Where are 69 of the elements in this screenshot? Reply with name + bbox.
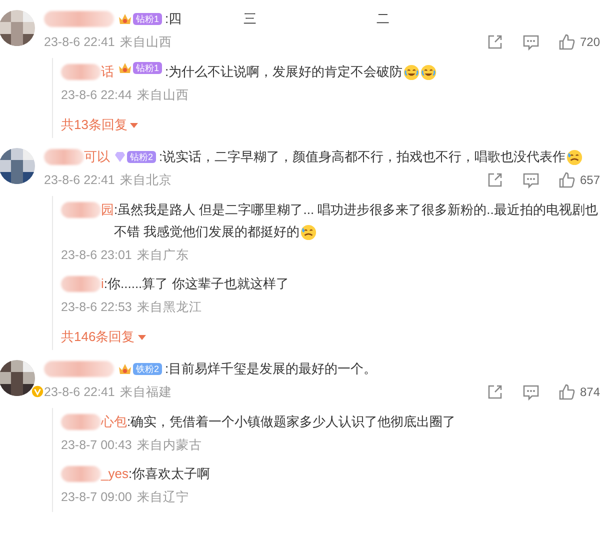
- verified-icon: [31, 385, 44, 398]
- crown-icon: [118, 61, 132, 75]
- blurred-name: [44, 149, 84, 165]
- user-name[interactable]: 园: [101, 199, 114, 221]
- fan-badge: 钻粉1: [133, 62, 162, 74]
- like-count: 657: [580, 173, 600, 187]
- reply-time: 23-8-6 22:44: [61, 88, 132, 102]
- comment-icon[interactable]: [522, 171, 540, 189]
- like-count: 874: [580, 385, 600, 399]
- reply-location: 来自黑龙江: [136, 298, 202, 316]
- reply-text: :你喜欢太子啊: [128, 465, 210, 483]
- comment-time: 23-8-6 22:41: [44, 385, 115, 399]
- user-name[interactable]: _yes: [101, 463, 128, 485]
- comment-text: 二: [376, 10, 390, 28]
- user-name[interactable]: i: [101, 273, 104, 295]
- blurred-name: [61, 64, 101, 80]
- reply-text: :虽然我是路人 但是二字哪里糊了... 唱功进步很多来了很多新粉的..最近拍的电视剧也不错 我感觉他们发展的都挺好的: [114, 199, 602, 243]
- comment-text: 三: [244, 10, 257, 28]
- user-name[interactable]: 话: [101, 61, 114, 83]
- comment-icon[interactable]: [522, 383, 540, 401]
- thumbs-up-icon[interactable]: [558, 383, 576, 401]
- reply-location: 来自山西: [136, 86, 189, 104]
- comment-text: :目前易烊千玺是发展的最好的一个。: [165, 360, 377, 378]
- blurred-name: [44, 361, 114, 377]
- fan-badge: 钻粉2: [127, 151, 156, 163]
- reply-time: 23-8-6 23:01: [61, 248, 132, 262]
- comment-location: 来自山西: [120, 34, 172, 50]
- comment-location: 来自北京: [120, 172, 172, 188]
- comment-text: :说实话，二字早糊了，颜值身高都不行，拍戏也不行，唱歌也没代表作: [159, 148, 566, 166]
- reply-time: 23-8-7 00:43: [61, 438, 132, 452]
- emoji-icon: [566, 148, 583, 166]
- reply-location: 来自辽宁: [136, 488, 189, 506]
- like-count: 720: [580, 35, 600, 49]
- share-icon[interactable]: [486, 171, 504, 189]
- blurred-name: [61, 414, 101, 430]
- reply-location: 来自广东: [136, 246, 189, 264]
- reply-location: 来自内蒙古: [136, 436, 202, 454]
- more-replies-link[interactable]: 共13条回复: [61, 116, 138, 134]
- reply-time: 23-8-7 09:00: [61, 490, 132, 504]
- reply-text: :你......算了 你这辈子也就这样了: [104, 275, 289, 293]
- thumbs-up-icon[interactable]: [558, 171, 576, 189]
- emoji-icon: [420, 64, 437, 82]
- reply-text: :为什么不让说啊，发展好的肯定不会破防: [165, 61, 437, 83]
- thumbs-up-icon[interactable]: [558, 33, 576, 51]
- diamond-icon: [114, 151, 126, 163]
- comment-icon[interactable]: [522, 33, 540, 51]
- fan-badge: 铁粉2: [133, 363, 162, 375]
- reply-time: 23-8-6 22:53: [61, 300, 132, 314]
- user-name[interactable]: 可以: [84, 146, 110, 168]
- caret-icon: [138, 334, 146, 340]
- crown-icon: [118, 12, 132, 26]
- blurred-name: [61, 466, 101, 482]
- blurred-name: [61, 276, 101, 292]
- share-icon[interactable]: [486, 33, 504, 51]
- blurred-name: [44, 11, 114, 27]
- fan-badge: 钻粉1: [133, 13, 162, 25]
- crown-icon: [118, 362, 132, 376]
- emoji-icon: [402, 64, 420, 82]
- reply-text: :确实，凭借着一个小镇做题家多少人认识了他彻底出圈了: [127, 413, 456, 431]
- more-replies-link[interactable]: 共146条回复: [61, 328, 146, 346]
- comment-time: 23-8-6 22:41: [44, 173, 115, 187]
- comment-time: 23-8-6 22:41: [44, 35, 115, 49]
- blurred-name: [61, 202, 101, 218]
- comment-location: 来自福建: [120, 384, 172, 400]
- emoji-icon: [300, 224, 317, 242]
- caret-icon: [130, 122, 138, 128]
- share-icon[interactable]: [486, 383, 504, 401]
- comment-text: :四: [165, 10, 182, 28]
- user-name[interactable]: 心包: [101, 411, 127, 433]
